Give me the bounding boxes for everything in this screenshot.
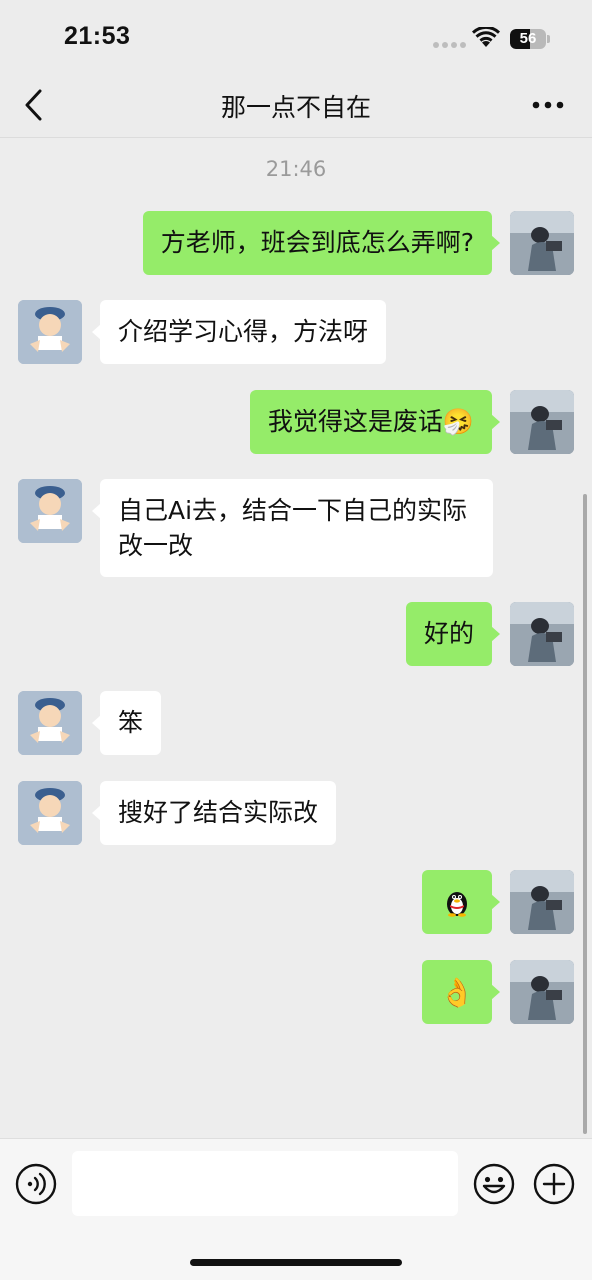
- nav-bar: 那一点不自在: [0, 72, 592, 138]
- contact-avatar[interactable]: [18, 300, 82, 364]
- penguin-emoji-icon: [447, 892, 467, 917]
- chat-title: 那一点不自在: [220, 93, 371, 122]
- message-text: 自己Ai去，结合一下自己的实际改一改: [118, 496, 468, 560]
- sneezing-face-emoji-icon: 🤧: [442, 407, 474, 436]
- message-bubble-other[interactable]: 自己Ai去，结合一下自己的实际改一改: [92, 479, 493, 577]
- cellular-signal-icon: [433, 42, 466, 48]
- add-more-icon[interactable]: [533, 1163, 575, 1205]
- message-bubble-self[interactable]: 👌: [422, 960, 500, 1024]
- battery-icon: 56: [510, 29, 550, 49]
- message-bubble-other[interactable]: 搜好了结合实际改: [91, 781, 337, 845]
- contact-avatar[interactable]: [18, 691, 82, 755]
- wifi-icon: [472, 27, 500, 47]
- message-text: 笨: [118, 708, 144, 737]
- message-bubble-self[interactable]: [422, 870, 500, 934]
- self-avatar[interactable]: [510, 602, 574, 666]
- voice-input-icon[interactable]: [15, 1163, 57, 1205]
- contact-avatar[interactable]: [18, 781, 82, 845]
- self-avatar[interactable]: [510, 960, 574, 1024]
- battery-level-text: 56: [519, 30, 537, 47]
- message-bubble-self[interactable]: 方老师，班会到底怎么弄啊?: [142, 211, 501, 275]
- chat-area[interactable]: 21:46 方老师，班会到底怎么弄啊? 介绍学习心得，方法呀 我觉得这是废话🤧: [0, 139, 592, 1138]
- status-bar: 21:53 56: [0, 0, 592, 72]
- home-indicator[interactable]: [190, 1259, 402, 1266]
- emoji-icon[interactable]: [473, 1163, 515, 1205]
- self-avatar[interactable]: [510, 390, 574, 454]
- self-avatar[interactable]: [510, 211, 574, 275]
- message-text: 搜好了结合实际改: [118, 798, 319, 827]
- message-bubble-other[interactable]: 笨: [91, 691, 162, 755]
- message-bubble-other[interactable]: 介绍学习心得，方法呀: [91, 300, 387, 364]
- status-time: 21:53: [64, 22, 131, 50]
- message-text: 我觉得这是废话: [267, 407, 443, 436]
- message-text: 好的: [423, 619, 474, 648]
- message-text: 介绍学习心得，方法呀: [118, 317, 369, 346]
- message-text: 方老师，班会到底怎么弄啊?: [160, 228, 474, 257]
- message-bubble-self[interactable]: 我觉得这是废话🤧: [249, 390, 501, 454]
- ok-hand-emoji-icon: 👌: [439, 975, 475, 1009]
- self-avatar[interactable]: [510, 870, 574, 934]
- message-timestamp: 21:46: [265, 157, 327, 181]
- chat-scrollbar[interactable]: [583, 494, 587, 1134]
- message-bubble-self[interactable]: 好的: [405, 602, 501, 666]
- message-input[interactable]: [72, 1151, 458, 1216]
- more-options-icon[interactable]: [532, 100, 564, 110]
- contact-avatar[interactable]: [18, 479, 82, 543]
